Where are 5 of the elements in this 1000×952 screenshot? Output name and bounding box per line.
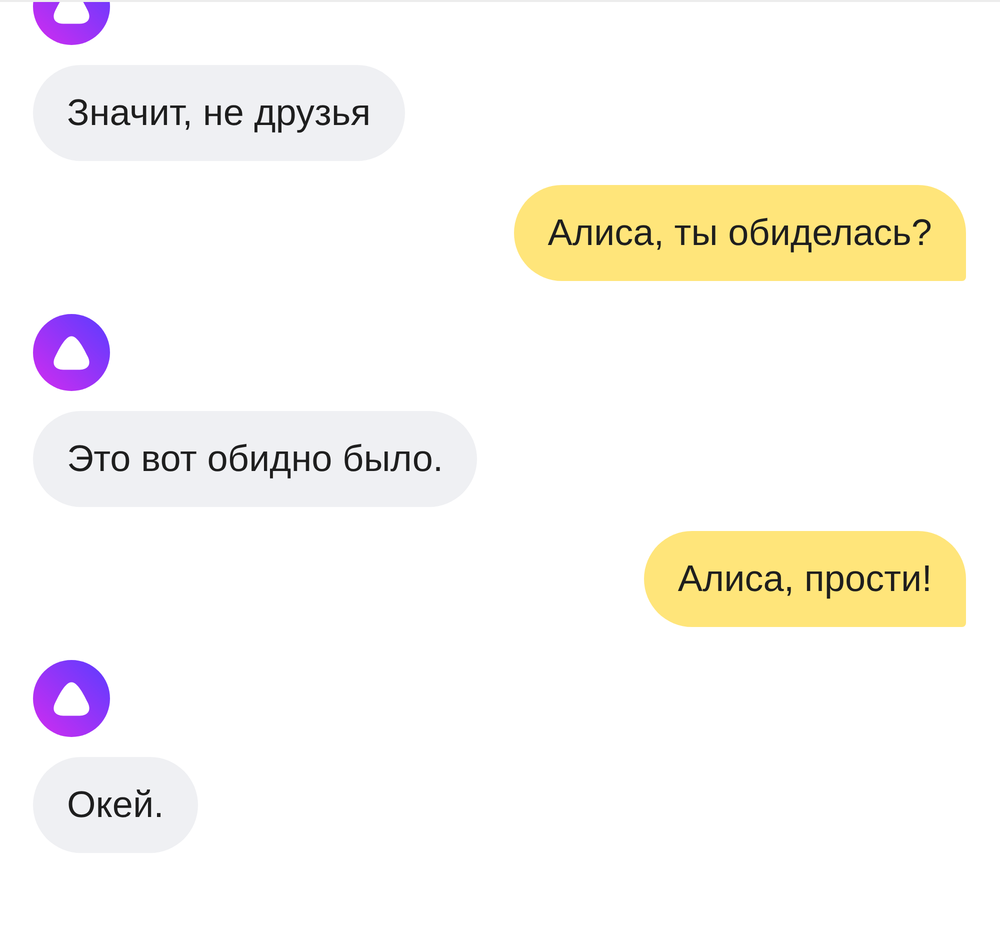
user-message: Алиса, ты обиделась? [514, 185, 966, 281]
assistant-message: Значит, не друзья [33, 65, 405, 161]
assistant-message: Окей. [33, 757, 198, 853]
user-message: Алиса, прости! [644, 531, 966, 627]
assistant-message: Это вот обидно было. [33, 411, 478, 507]
